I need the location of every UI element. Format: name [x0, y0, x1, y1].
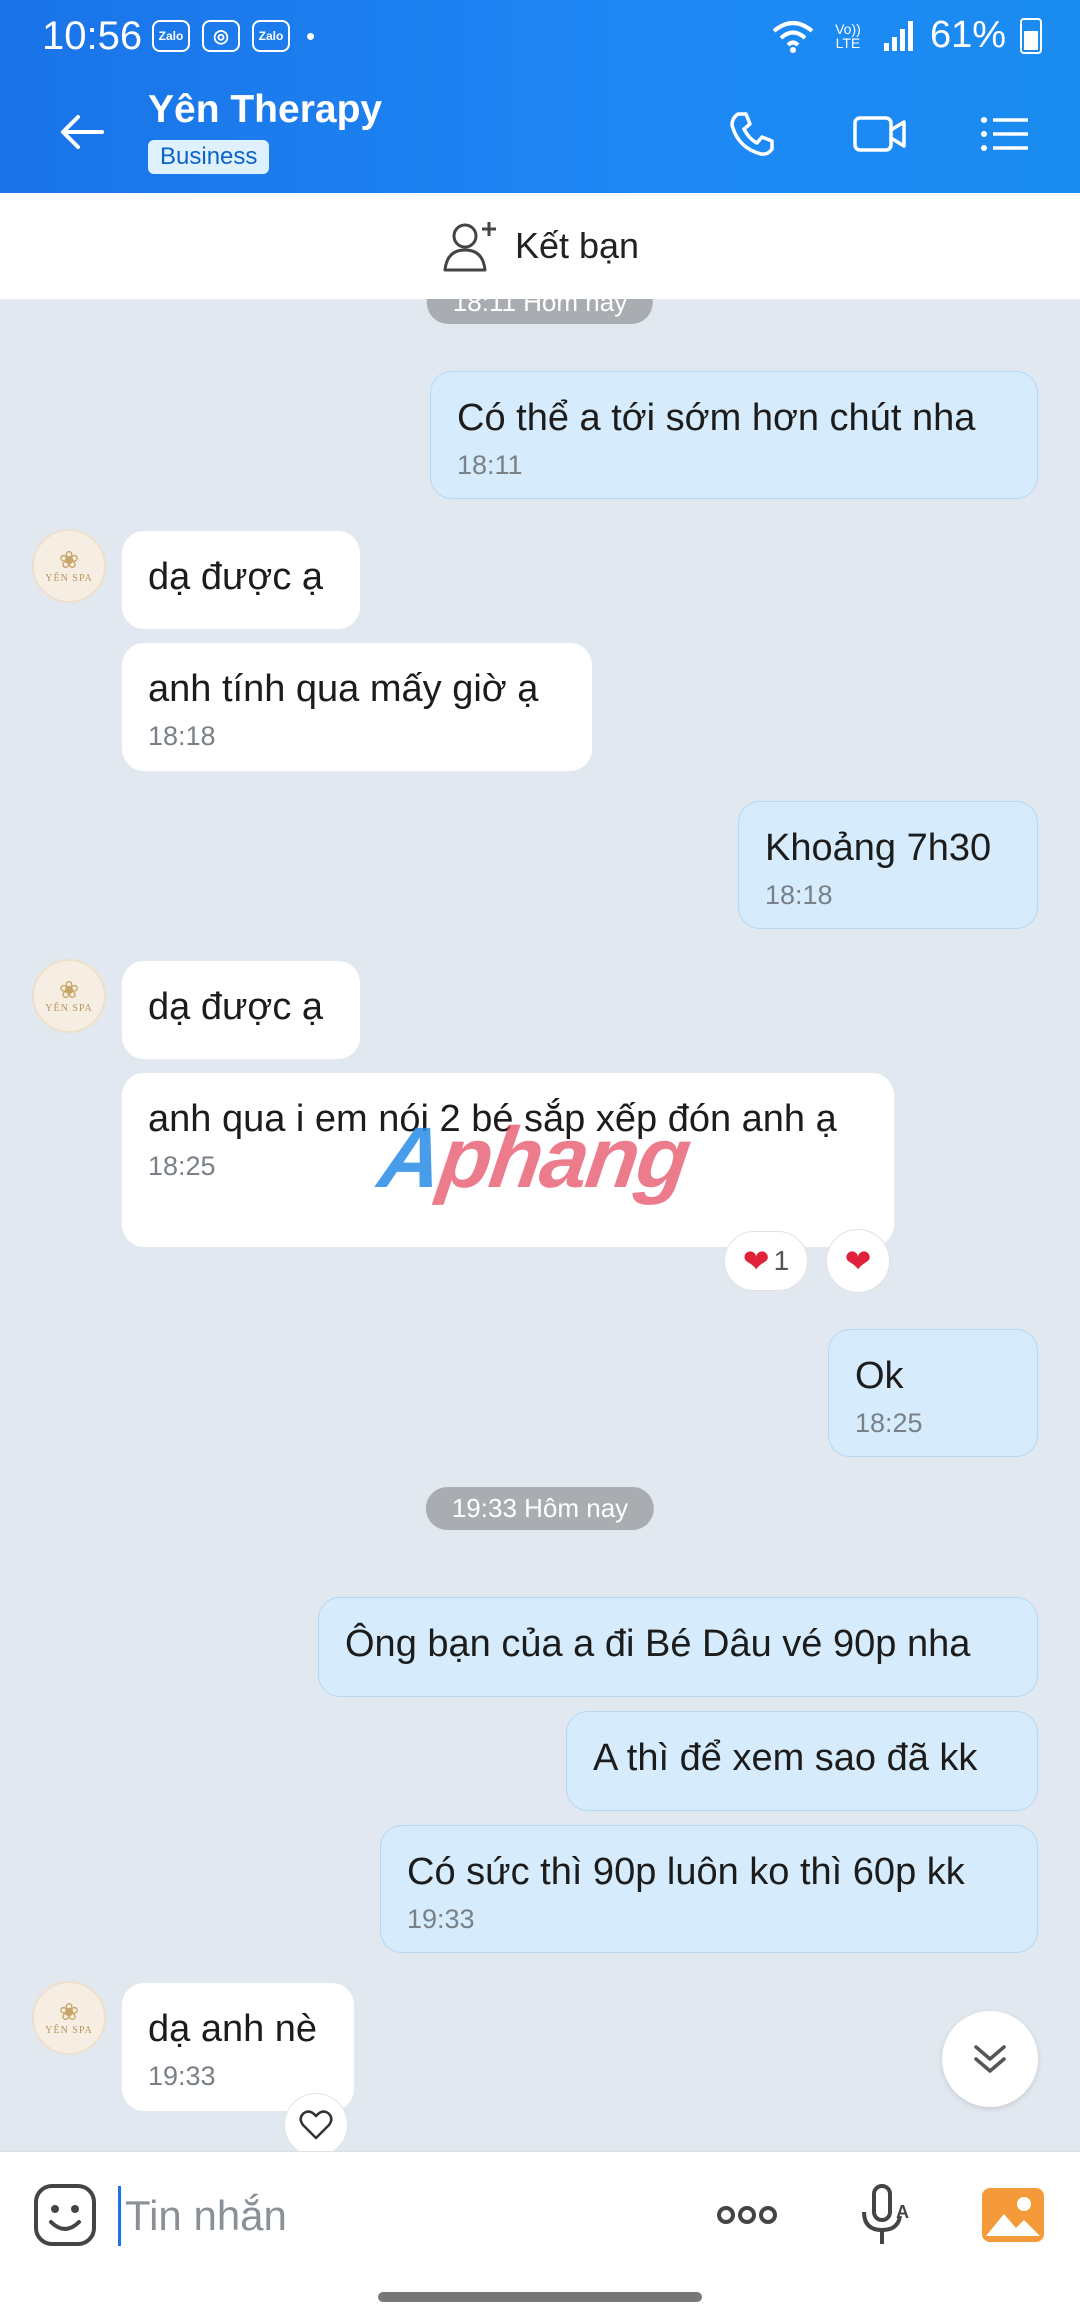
wifi-icon [772, 20, 814, 53]
avatar-brand: YÊN SPA [45, 1002, 93, 1014]
time-separator: 18:11 Hôm nay [426, 299, 654, 324]
scroll-to-bottom-button[interactable] [942, 2011, 1038, 2107]
time-separator: 19:33 Hôm nay [425, 1487, 655, 1530]
message-time: 18:18 [765, 880, 833, 910]
more-options-icon[interactable] [714, 2182, 780, 2248]
lotus-logo-icon: ❀ [58, 976, 80, 1004]
composer-bar: A [0, 2151, 1080, 2316]
lte-indicator: Vo)) LTE [835, 20, 861, 51]
message-bubble-outgoing[interactable]: Ông bạn của a đi Bé Dâu vé 90p nha [318, 1597, 1038, 1697]
lotus-logo-icon: ❀ [58, 1998, 80, 2026]
chat-header: Yên Therapy Business [0, 66, 1080, 193]
message-bubble-incoming[interactable]: dạ được ạ [122, 531, 360, 629]
message-text: Có thể a tới sớm hơn chút nha [457, 397, 976, 439]
react-button[interactable] [284, 2093, 348, 2151]
home-indicator[interactable] [378, 2292, 702, 2302]
message-bubble-outgoing[interactable]: A thì để xem sao đã kk [566, 1711, 1038, 1811]
add-friend-label: Kết bạn [514, 225, 640, 266]
notification-icons: Zalo ◎ Zalo • [152, 20, 315, 52]
contact-avatar[interactable]: ❀ YÊN SPA [32, 1981, 106, 2055]
heart-outline-icon [299, 2110, 333, 2140]
message-text: A thì để xem sao đã kk [593, 1737, 978, 1779]
message-time: 19:33 [148, 2061, 216, 2091]
message-text: anh tính qua mấy giờ ạ [148, 668, 539, 710]
message-text: dạ được ạ [148, 556, 324, 598]
reaction-count: 1 [773, 1245, 790, 1276]
message-text: Khoảng 7h30 [765, 827, 992, 869]
sticker-emoji-icon[interactable] [32, 2182, 98, 2248]
signal-icon [883, 20, 913, 51]
add-friend-button[interactable]: Kết bạn [0, 193, 1080, 299]
avatar-brand: YÊN SPA [45, 2024, 93, 2036]
svg-text:A: A [896, 2202, 909, 2222]
battery-percent: 61% [929, 14, 1006, 56]
business-badge: Business [148, 140, 270, 174]
watermark: Aphang [373, 1110, 695, 1206]
react-button[interactable]: ❤ [826, 1229, 890, 1293]
message-time: 19:33 [407, 1904, 475, 1934]
status-time: 10:56 [42, 14, 143, 58]
contact-name[interactable]: Yên Therapy [148, 88, 382, 132]
message-text: dạ được ạ [148, 986, 324, 1028]
phone-call-icon[interactable] [724, 106, 780, 162]
top-bar: 10:56 Zalo ◎ Zalo • Vo)) LTE 61% Yên The… [0, 0, 1080, 193]
back-arrow-icon[interactable] [56, 106, 108, 158]
message-bubble-incoming[interactable]: anh tính qua mấy giờ ạ 18:18 [122, 643, 592, 771]
message-time: 18:18 [148, 721, 216, 751]
menu-list-icon[interactable] [978, 106, 1034, 162]
more-notifications-icon: • [306, 20, 316, 51]
double-chevron-down-icon [974, 2045, 1006, 2073]
message-time: 18:11 [457, 450, 523, 480]
message-text: Ok [855, 1355, 904, 1397]
contact-avatar[interactable]: ❀ YÊN SPA [32, 529, 106, 603]
voice-to-text-icon[interactable]: A [852, 2182, 918, 2248]
message-text: dạ anh nè [148, 2008, 318, 2050]
message-bubble-outgoing[interactable]: Có sức thì 90p luôn ko thì 60p kk 19:33 [380, 1825, 1038, 1953]
message-bubble-incoming[interactable]: dạ được ạ [122, 961, 360, 1059]
message-time: 18:25 [855, 1408, 923, 1438]
message-bubble-incoming[interactable]: dạ anh nè 19:33 [122, 1983, 354, 2111]
image-gallery-icon[interactable] [980, 2182, 1046, 2248]
avatar-brand: YÊN SPA [45, 572, 93, 584]
message-text: Có sức thì 90p luôn ko thì 60p kk [407, 1851, 965, 1893]
message-bubble-outgoing[interactable]: Có thể a tới sớm hơn chút nha 18:11 [430, 371, 1038, 499]
message-text: Ông bạn của a đi Bé Dâu vé 90p nha [345, 1623, 971, 1665]
add-friend-icon [443, 222, 496, 272]
instagram-notification-icon: ◎ [202, 20, 240, 52]
heart-icon: ❤ [844, 1243, 872, 1279]
message-bubble-outgoing[interactable]: Khoảng 7h30 18:18 [738, 801, 1038, 929]
zalo-notification-icon: Zalo [252, 20, 290, 52]
video-call-icon[interactable] [852, 106, 908, 162]
lotus-logo-icon: ❀ [58, 546, 80, 574]
message-list[interactable]: 18:11 Hôm nay Có thể a tới sớm hơn chút … [0, 299, 1080, 2151]
status-bar: 10:56 Zalo ◎ Zalo • Vo)) LTE 61% [0, 0, 1080, 66]
battery-icon [1020, 17, 1042, 54]
contact-avatar[interactable]: ❀ YÊN SPA [32, 959, 106, 1033]
zalo-notification-icon: Zalo [152, 20, 190, 52]
message-bubble-outgoing[interactable]: Ok 18:25 [828, 1329, 1038, 1457]
message-input[interactable] [118, 2186, 678, 2246]
reaction-summary[interactable]: ❤ 1 [724, 1231, 808, 1291]
heart-icon: ❤ [742, 1243, 770, 1279]
